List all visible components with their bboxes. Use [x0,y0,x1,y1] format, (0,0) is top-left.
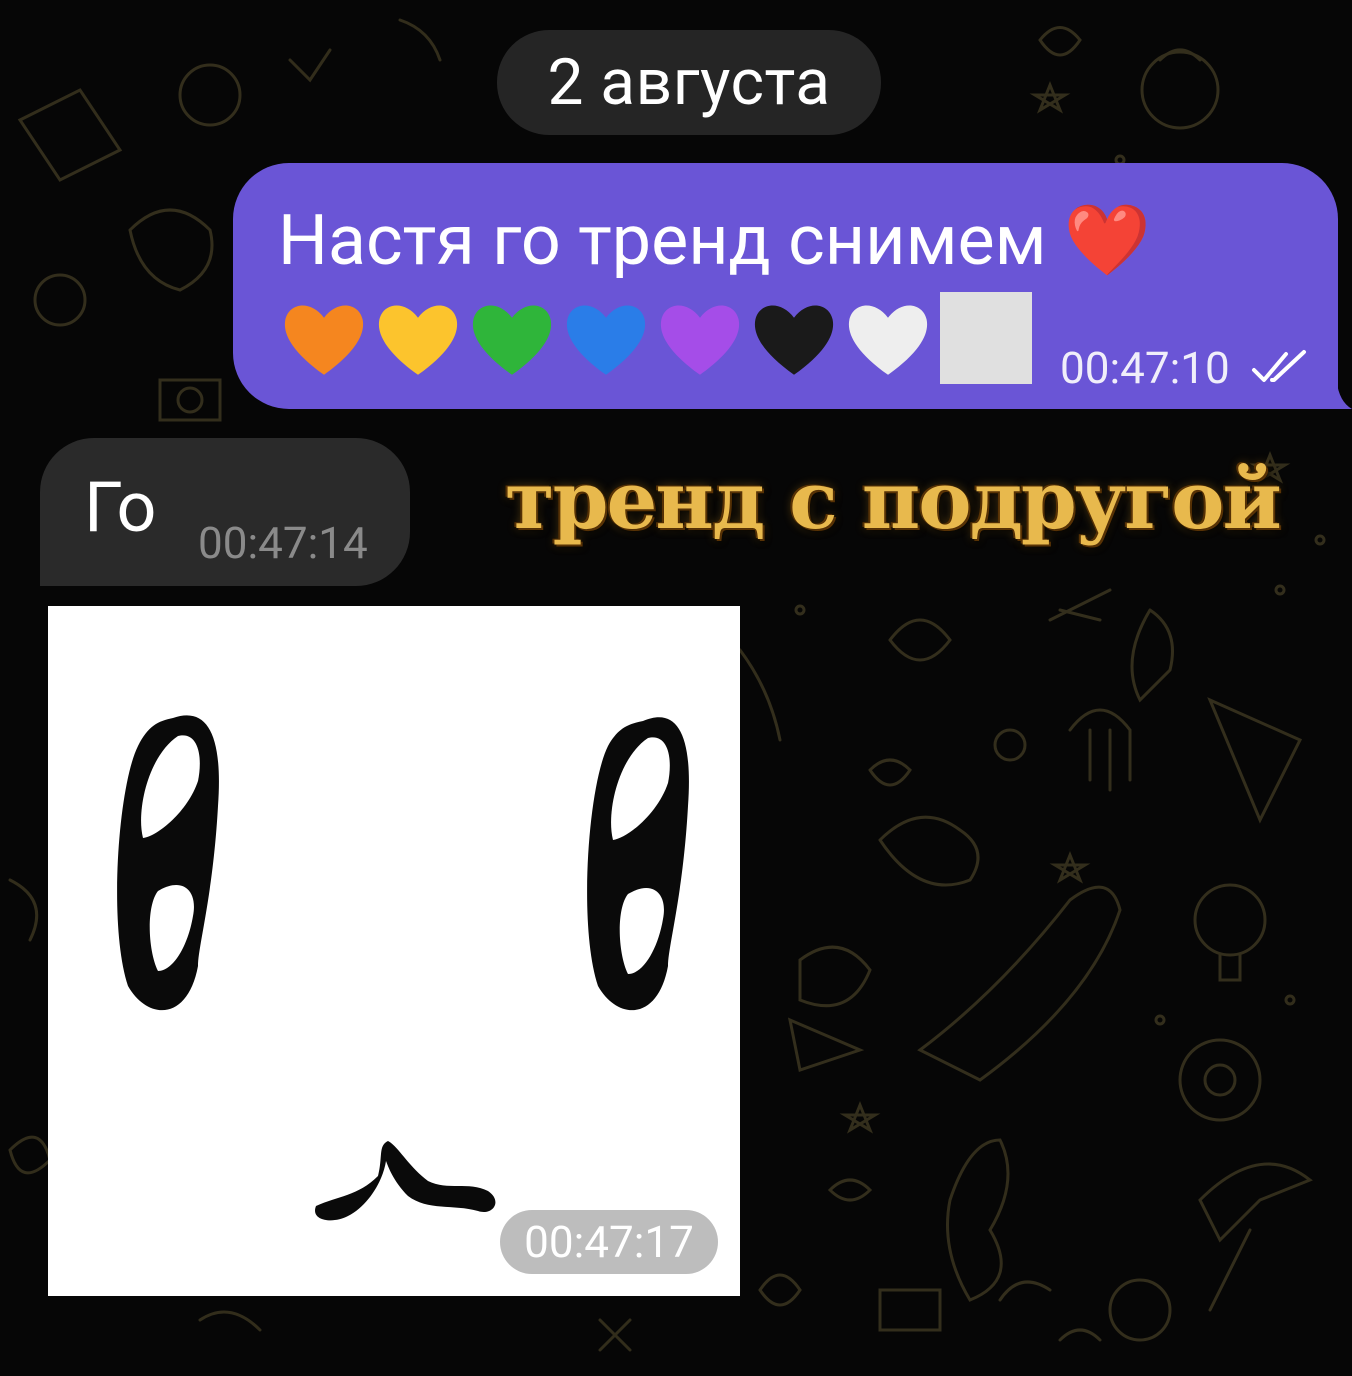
date-separator: 2 августа [497,30,881,135]
outgoing-message-text: Настя го тренд снимем ❤️ [278,200,1152,282]
blue-heart-icon [566,305,646,375]
chat-view: 2 августа Настя го тренд снимем ❤️ 00:47… [0,0,1352,1376]
orange-heart-icon [284,305,364,375]
left-eye-icon [117,715,219,1011]
outgoing-message-time: 00:47:10 [1060,342,1230,394]
emoji-row [278,290,1032,386]
incoming-message-time: 00:47:14 [198,517,368,569]
purple-heart-icon [660,305,740,375]
sticker-message[interactable] [48,606,740,1296]
double-check-icon [1252,350,1306,382]
yellow-heart-icon [378,305,458,375]
white-heart-icon [848,305,928,375]
white-square-icon [940,292,1032,384]
black-heart-icon [754,305,834,375]
mouth-icon [315,1141,496,1221]
right-eye-icon [587,717,689,1011]
bubble-tail-icon [1336,370,1352,409]
cute-face-sticker-icon [117,715,689,1221]
incoming-message-text: Го [84,467,157,549]
green-heart-icon [472,305,552,375]
sticker-message-time: 00:47:17 [500,1210,718,1274]
overlay-caption: тренд с подругой [505,453,1282,547]
